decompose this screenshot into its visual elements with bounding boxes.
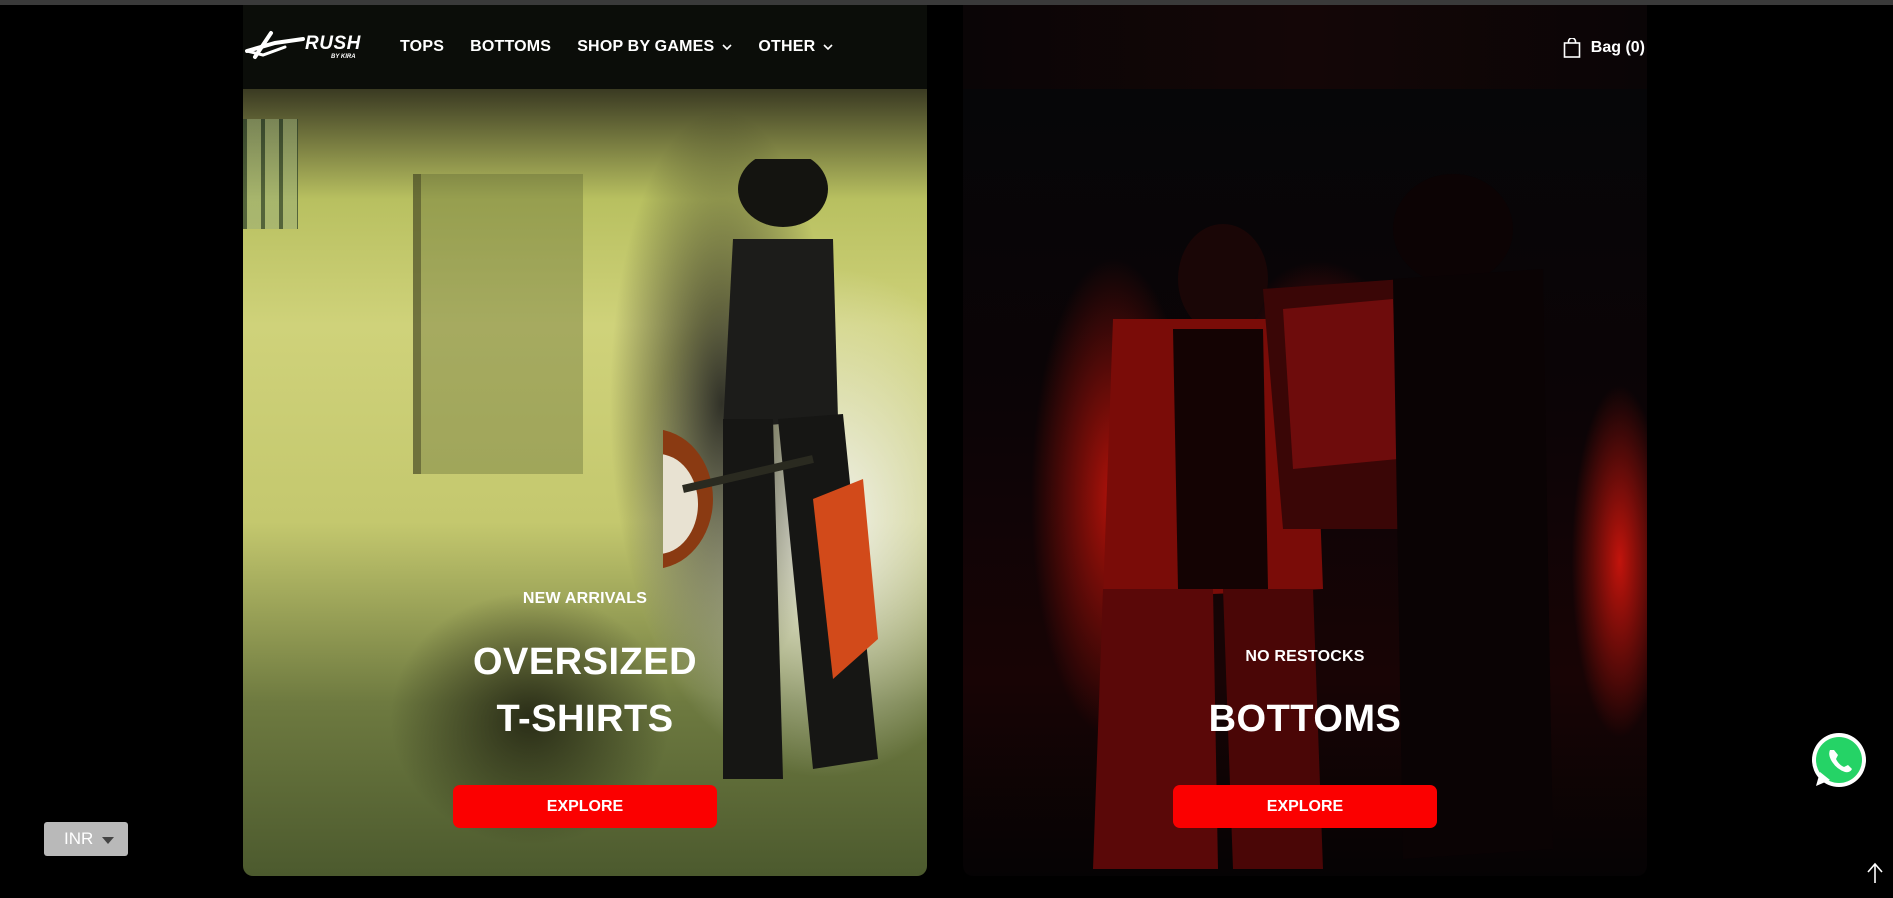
nav-item-label: SHOP BY GAMES (577, 38, 715, 55)
cart-button[interactable]: Bag (0) (1563, 38, 1645, 58)
nav-item-label: BOTTOMS (470, 38, 552, 55)
nav-item-label: OTHER (758, 38, 816, 55)
whatsapp-icon[interactable] (1810, 732, 1868, 790)
promo-panel-bottoms[interactable]: NO RESTOCKS BOTTOMS EXPLORE (963, 89, 1647, 876)
logo-mark-icon (245, 31, 305, 59)
explore-button-label: EXPLORE (1266, 797, 1344, 815)
promo-eyebrow: NEW ARRIVALS (522, 590, 648, 607)
nav-item-label: TOPS (400, 38, 445, 55)
brand-name: RUSH (305, 33, 361, 54)
explore-button-tshirts[interactable]: EXPLORE (453, 785, 717, 828)
nav-item-bottoms[interactable]: BOTTOMS (470, 38, 551, 56)
nav-item-shop-by-games[interactable]: SHOP BY GAMES (577, 38, 732, 56)
promo-title-right: BOTTOMS (963, 691, 1647, 748)
cart-label: Bag (0) (1590, 39, 1645, 56)
chevron-down-icon (722, 43, 732, 50)
promo-title-line-1: OVERSIZED (472, 641, 698, 683)
header-background-right (963, 5, 1647, 89)
promo-title-line-2: T-SHIRTS (496, 698, 674, 740)
promo-text-right: NO RESTOCKS (963, 648, 1647, 666)
caret-down-icon (102, 837, 114, 844)
shopping-bag-icon (1563, 38, 1581, 58)
background-window-image (243, 119, 298, 229)
promo-title-left: OVERSIZED T-SHIRTS (243, 634, 927, 748)
promo-text-left: NEW ARRIVALS (243, 590, 927, 608)
nav-item-other[interactable]: OTHER (758, 38, 833, 56)
promo-panel-oversized-tshirts[interactable]: NEW ARRIVALS OVERSIZED T-SHIRTS EXPLORE (243, 89, 927, 876)
brand-logo[interactable]: RUSH BY KIRA (245, 25, 363, 65)
nav-item-tops[interactable]: TOPS (400, 38, 444, 56)
promo-eyebrow: NO RESTOCKS (1245, 648, 1365, 665)
site-header: RUSH BY KIRA TOPS BOTTOMS SHOP BY GAMES … (243, 5, 1647, 89)
promo-title-line-1: BOTTOMS (1208, 698, 1402, 740)
main-nav: TOPS BOTTOMS SHOP BY GAMES OTHER (400, 38, 833, 56)
chevron-down-icon (823, 43, 833, 50)
models-in-red-light-image (1093, 174, 1553, 869)
arrow-up-icon[interactable] (1866, 862, 1884, 884)
currency-selector[interactable]: INR (44, 822, 128, 856)
background-door-image (413, 174, 583, 474)
currency-value: INR (64, 829, 94, 848)
brand-subtitle: BY KIRA (331, 54, 356, 60)
explore-button-label: EXPLORE (546, 797, 624, 815)
explore-button-bottoms[interactable]: EXPLORE (1173, 785, 1437, 828)
